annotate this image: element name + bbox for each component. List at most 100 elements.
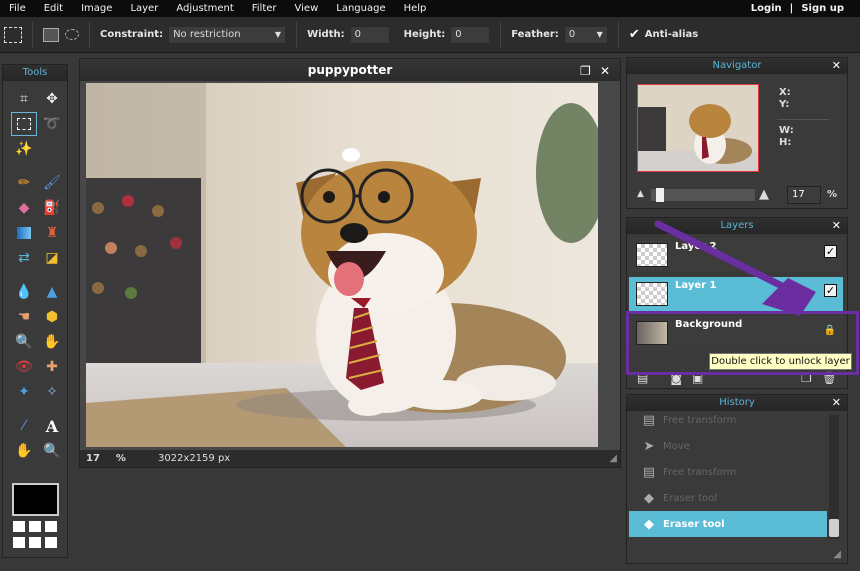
navigator-thumbnail[interactable] — [637, 84, 759, 172]
history-item-active[interactable]: ◆ Eraser tool — [629, 511, 827, 537]
close-icon[interactable]: ✕ — [600, 64, 610, 78]
pinch-tool-icon[interactable]: ✧ — [39, 380, 65, 404]
eraser-tool-icon[interactable]: ◆ — [11, 196, 37, 220]
width-input[interactable]: 0 — [349, 25, 390, 44]
unlock-layer-tooltip: Double click to unlock layer — [709, 353, 852, 370]
history-item[interactable]: ➤ Move — [629, 433, 827, 459]
blur-tool-icon[interactable]: 💧 — [11, 280, 37, 304]
dodge-tool-icon[interactable]: 🔍 — [11, 330, 37, 354]
red-eye-tool-icon[interactable]: 👁 — [11, 355, 37, 379]
options-bar: Constraint: No restriction ▼ Width: 0 He… — [0, 17, 860, 53]
resize-grip-icon[interactable]: ◢ — [833, 549, 841, 560]
move-tool-icon[interactable]: ✥ — [39, 87, 65, 111]
menu-filter[interactable]: Filter — [243, 3, 286, 14]
divider — [617, 21, 619, 48]
x-coordinate-label: X: — [779, 87, 791, 98]
color-replace-tool-icon[interactable]: ⇄ — [11, 246, 37, 270]
menu-view[interactable]: View — [286, 3, 328, 14]
bloat-tool-icon[interactable]: ✦ — [11, 380, 37, 404]
feather-input[interactable]: 0 ▼ — [563, 25, 608, 44]
antialias-label: Anti-alias — [644, 29, 699, 40]
lasso-tool-icon[interactable]: ➰ — [39, 112, 65, 136]
navigator-panel: Navigator ✕ X: Y: W: H: ▲ ▲ 17 % — [626, 57, 848, 209]
height-readout-label: H: — [779, 137, 792, 148]
zoom-slider-handle[interactable] — [656, 188, 664, 202]
close-icon[interactable]: ✕ — [832, 395, 841, 411]
maximize-icon[interactable]: ❐ — [580, 64, 591, 78]
brush-tool-icon[interactable]: 🖌 — [39, 171, 65, 195]
pencil-tool-icon[interactable]: ✏ — [11, 171, 37, 195]
history-item[interactable]: ▤ Free transform — [629, 407, 827, 433]
menu-help[interactable]: Help — [395, 3, 436, 14]
login-link[interactable]: Login — [747, 3, 786, 14]
draw-shape-tool-icon[interactable]: ◪ — [39, 246, 65, 270]
free-transform-icon: ▤ — [642, 412, 656, 428]
zoom-out-mountain-icon[interactable]: ▲ — [637, 189, 644, 199]
gradient-tool-icon[interactable] — [11, 221, 37, 245]
marquee-tool-icon[interactable] — [11, 112, 37, 136]
navigator-zoom-input[interactable]: 17 — [787, 186, 821, 204]
menu-layer[interactable]: Layer — [121, 3, 167, 14]
zoom-slider-track[interactable] — [651, 188, 755, 202]
annotation-arrow — [654, 220, 816, 316]
height-input[interactable]: 0 — [450, 25, 491, 44]
image-dimensions: 3022x2159 px — [157, 453, 231, 464]
crop-tool-icon[interactable]: ⌗ — [11, 87, 37, 111]
auth-divider: | — [789, 3, 794, 14]
close-icon[interactable]: ✕ — [832, 218, 841, 234]
magic-wand-tool-icon[interactable]: ✨ — [11, 137, 37, 161]
signup-link[interactable]: Sign up — [797, 3, 848, 14]
smudge-tool-icon[interactable]: ☚ — [11, 305, 37, 329]
width-label: Width: — [307, 29, 345, 40]
divider — [89, 21, 90, 48]
feather-label: Feather: — [511, 29, 559, 40]
marquee-tool-icon[interactable] — [4, 26, 22, 43]
hand-tool-icon[interactable]: ✋ — [11, 439, 37, 463]
ellipse-select-mode-icon[interactable] — [65, 29, 79, 40]
navigator-preview — [638, 85, 758, 171]
color-picker-tool-icon[interactable]: ⁄ — [11, 414, 37, 438]
menu-image[interactable]: Image — [72, 3, 121, 14]
divider — [32, 21, 33, 48]
zoom-tool-icon[interactable]: 🔍 — [39, 439, 65, 463]
tool-empty-slot — [39, 137, 65, 161]
constraint-select[interactable]: No restriction ▼ — [168, 25, 287, 44]
zoom-in-mountain-icon[interactable]: ▲ — [759, 187, 769, 202]
scrollbar-thumb[interactable] — [829, 519, 839, 537]
history-item[interactable]: ▤ Free transform — [629, 459, 827, 485]
canvas-status-bar: 17 % 3022x2159 px ◢ — [80, 450, 620, 467]
resize-grip-icon[interactable]: ◢ — [609, 453, 617, 464]
free-transform-icon: ▤ — [642, 464, 656, 480]
history-item-label: Free transform — [663, 414, 737, 426]
menu-language[interactable]: Language — [327, 3, 394, 14]
canvas-window: puppypotter ❐ ✕ 17 % 3022x2159 px ◢ — [79, 58, 621, 468]
sharpen-tool-icon[interactable]: ▲ — [39, 280, 65, 304]
history-scrollbar[interactable] — [829, 415, 839, 539]
history-item[interactable]: ◆ Eraser tool — [629, 485, 827, 511]
zoom-value[interactable]: 17 — [86, 453, 100, 464]
eraser-icon: ◆ — [644, 516, 654, 532]
burn-tool-icon[interactable]: ✋ — [39, 330, 65, 354]
paint-bucket-tool-icon[interactable]: ⛽ — [39, 196, 65, 220]
tool-spacer — [11, 271, 65, 279]
swatch-grid-icon[interactable] — [13, 521, 59, 549]
tool-spacer — [11, 162, 65, 170]
menu-edit[interactable]: Edit — [35, 3, 72, 14]
move-icon: ➤ — [643, 438, 655, 454]
foreground-color-swatch[interactable] — [12, 483, 59, 516]
close-icon[interactable]: ✕ — [832, 58, 841, 74]
canvas-image[interactable] — [86, 83, 598, 447]
divider — [500, 21, 502, 48]
menu-file[interactable]: File — [0, 3, 35, 14]
rect-select-mode-icon[interactable] — [43, 27, 59, 42]
type-tool-icon[interactable]: A — [39, 414, 65, 438]
sponge-tool-icon[interactable]: ⬢ — [39, 305, 65, 329]
antialias-checkbox-icon[interactable]: ✔ — [629, 27, 640, 42]
menu-adjustment[interactable]: Adjustment — [167, 3, 242, 14]
document-title: puppypotter — [307, 63, 393, 77]
clone-stamp-tool-icon[interactable]: ♜ — [39, 221, 65, 245]
tools-panel: Tools ⌗ ✥ ➰ ✨ ✏ 🖌 ◆ ⛽ ♜ ⇄ ◪ 💧 ▲ ☚ ⬢ 🔍 ✋ … — [2, 64, 68, 558]
constraint-label: Constraint: — [100, 29, 164, 40]
chevron-down-icon: ▼ — [596, 30, 603, 39]
spot-heal-tool-icon[interactable]: ✚ — [39, 355, 65, 379]
